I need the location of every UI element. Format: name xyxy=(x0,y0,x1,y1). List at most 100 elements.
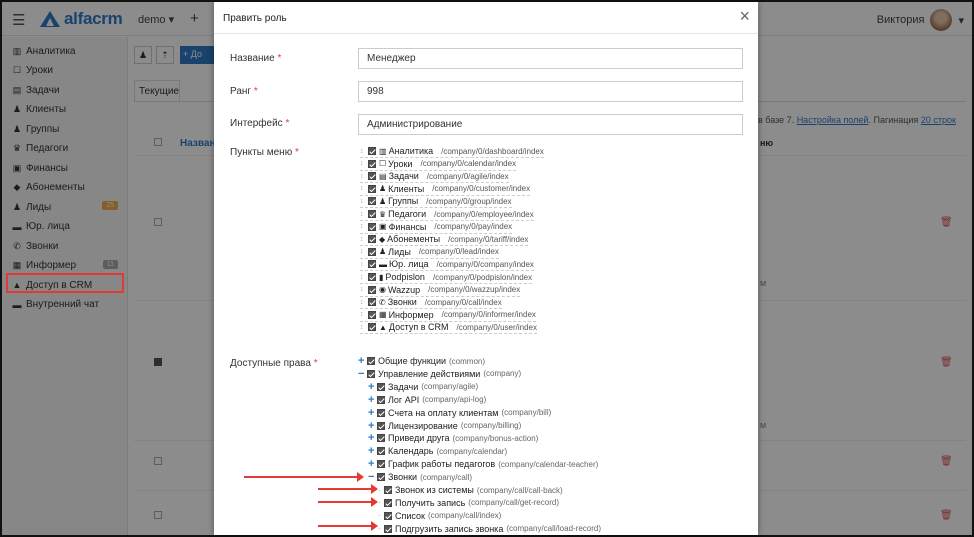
menu-item-row[interactable]: ↕ ☐ Уроки/company/0/calendar/index xyxy=(360,158,517,171)
drag-handle-icon[interactable]: ↕ xyxy=(360,261,368,268)
menu-item-row[interactable]: ↕ ◆ Абонементы/company/0/tariff/index xyxy=(360,233,529,247)
right-checkbox[interactable] xyxy=(377,421,385,430)
drag-handle-icon[interactable]: ↕ xyxy=(360,198,368,205)
collapse-icon[interactable]: − xyxy=(358,368,367,380)
drag-handle-icon[interactable]: ↕ xyxy=(360,223,368,230)
rank-input[interactable] xyxy=(358,81,743,102)
right-checkbox[interactable] xyxy=(377,473,385,482)
right-row[interactable]: · Подгрузить запись звонка (company/call/l… xyxy=(378,523,601,535)
menu-item-row[interactable]: ↕ ▤ Задачи/company/0/agile/index xyxy=(360,170,509,184)
expand-icon[interactable]: + xyxy=(368,420,377,432)
menu-item-row[interactable]: ↕ ▦ Информер/company/0/informer/index xyxy=(360,309,536,322)
name-input[interactable] xyxy=(358,48,743,69)
drag-handle-icon[interactable]: ↕ xyxy=(360,274,368,281)
drag-handle-icon[interactable]: ↕ xyxy=(360,248,368,255)
right-checkbox[interactable] xyxy=(377,434,385,443)
right-code: (company/bill) xyxy=(501,408,552,418)
menu-item-row[interactable]: ↕ ♛ Педагоги/company/0/employee/index xyxy=(360,208,534,221)
expand-icon[interactable]: + xyxy=(368,445,377,457)
right-checkbox[interactable] xyxy=(384,524,392,533)
menu-item-row[interactable]: ↕ ◉ Wazzup/company/0/wazzup/index xyxy=(360,284,521,297)
expand-icon[interactable]: + xyxy=(368,432,377,444)
annotation-arrow xyxy=(318,484,378,494)
right-row[interactable]: − Звонки (company/call) xyxy=(368,471,472,483)
menu-item-row[interactable]: ↕ ♟ Клиенты/company/0/customer/index xyxy=(360,183,531,196)
menu-item-row[interactable]: ↕ ▲ Доступ в CRM/company/0/user/index xyxy=(360,321,537,335)
tag-icon: ◆ xyxy=(379,234,386,244)
menu-item-row[interactable]: ↕ ▬ Юр. лица/company/0/company/index xyxy=(360,258,534,272)
right-row[interactable]: + Приведи друга (company/bonus-action) xyxy=(368,432,538,444)
right-checkbox[interactable] xyxy=(384,486,392,494)
menu-item-checkbox[interactable] xyxy=(368,247,376,256)
interface-select[interactable] xyxy=(358,114,743,135)
right-row[interactable]: + Задачи (company/agile) xyxy=(368,381,478,393)
right-checkbox[interactable] xyxy=(377,395,385,404)
close-icon[interactable]: × xyxy=(739,6,750,27)
right-row[interactable]: · Получить запись (company/call/get-record… xyxy=(378,497,559,509)
menu-item-checkbox[interactable] xyxy=(368,260,376,269)
annotation-arrow xyxy=(318,521,378,531)
menu-item-row[interactable]: ↕ ▮ Podpislon/company/0/podpislon/index xyxy=(360,271,533,284)
drag-handle-icon[interactable]: ↕ xyxy=(360,236,368,243)
right-row[interactable]: + Общие функции (common) xyxy=(358,355,485,367)
menu-item-checkbox[interactable] xyxy=(368,197,376,206)
right-row[interactable]: · Список (company/call/index) xyxy=(378,510,501,522)
menu-item-row[interactable]: ↕ ▣ Финансы/company/0/pay/index xyxy=(360,221,513,234)
menu-item-label: Педагоги xyxy=(388,209,427,219)
menu-item-row[interactable]: ↕ ▥ Аналитика/company/0/dashboard/index xyxy=(360,145,544,158)
expand-icon[interactable]: + xyxy=(358,355,367,367)
menu-item-checkbox[interactable] xyxy=(368,323,376,332)
right-label: Список xyxy=(395,510,425,521)
right-row[interactable]: + График работы педагогов (company/calenda… xyxy=(368,458,598,470)
expand-icon[interactable]: + xyxy=(368,394,377,406)
menu-item-checkbox[interactable] xyxy=(368,147,376,155)
menu-item-checkbox[interactable] xyxy=(368,273,376,281)
menu-item-checkbox[interactable] xyxy=(368,310,376,319)
right-row[interactable]: − Управление действиями (company) xyxy=(358,368,521,380)
menu-item-checkbox[interactable] xyxy=(368,298,376,307)
expand-icon[interactable]: + xyxy=(368,458,377,470)
right-code: (company/api-log) xyxy=(422,395,487,405)
drag-handle-icon[interactable]: ↕ xyxy=(360,324,368,331)
right-row[interactable]: + Календарь (company/calendar) xyxy=(368,445,507,457)
right-checkbox[interactable] xyxy=(367,357,375,365)
right-checkbox[interactable] xyxy=(377,408,385,417)
right-checkbox[interactable] xyxy=(377,447,385,456)
menu-item-checkbox[interactable] xyxy=(368,222,376,231)
drag-handle-icon[interactable]: ↕ xyxy=(360,173,368,180)
menu-item-row[interactable]: ↕ ♟ Лиды/company/0/lead/index xyxy=(360,246,499,259)
drag-handle-icon[interactable]: ↕ xyxy=(360,211,368,218)
right-checkbox[interactable] xyxy=(377,382,385,391)
right-checkbox[interactable] xyxy=(384,511,392,520)
drag-handle-icon[interactable]: ↕ xyxy=(360,185,368,192)
right-row[interactable]: · Звонок из системы (company/call/call-bac… xyxy=(378,484,563,496)
drag-handle-icon[interactable]: ↕ xyxy=(360,160,368,167)
expand-icon[interactable]: + xyxy=(368,407,377,419)
right-checkbox[interactable] xyxy=(384,498,392,507)
right-label: Звонки xyxy=(388,472,418,483)
menu-item-row[interactable]: ↕ ✆ Звонки/company/0/call/index xyxy=(360,296,502,310)
drag-handle-icon[interactable]: ↕ xyxy=(360,311,368,318)
right-row[interactable]: + Лог API (company/api-log) xyxy=(368,394,486,406)
drag-handle-icon[interactable]: ↕ xyxy=(360,299,368,306)
menu-item-checkbox[interactable] xyxy=(368,172,376,181)
collapse-icon[interactable]: − xyxy=(368,471,377,483)
menu-item-checkbox[interactable] xyxy=(368,159,376,168)
menu-item-checkbox[interactable] xyxy=(368,184,376,193)
menu-item-row[interactable]: ↕ ♟ Группы/company/0/group/index xyxy=(360,195,512,209)
drag-handle-icon[interactable]: ↕ xyxy=(360,286,368,293)
drag-handle-icon[interactable]: ↕ xyxy=(360,148,368,155)
lock-icon: ▲ xyxy=(379,322,387,332)
right-checkbox[interactable] xyxy=(377,460,385,469)
expand-icon[interactable]: + xyxy=(368,381,377,393)
menu-item-checkbox[interactable] xyxy=(368,210,376,218)
right-checkbox[interactable] xyxy=(367,369,375,378)
right-code: (company/calendar-teacher) xyxy=(498,459,599,469)
interface-label: Интерфейс * xyxy=(230,118,290,129)
money-icon: ▣ xyxy=(379,222,387,232)
menu-item-checkbox[interactable] xyxy=(368,285,376,294)
menu-item-checkbox[interactable] xyxy=(368,235,376,244)
menu-item-label: Лиды xyxy=(388,246,411,257)
right-row[interactable]: + Лицензирование (company/billing) xyxy=(368,420,521,432)
right-row[interactable]: + Счета на оплату клиентам (company/bill) xyxy=(368,407,551,419)
